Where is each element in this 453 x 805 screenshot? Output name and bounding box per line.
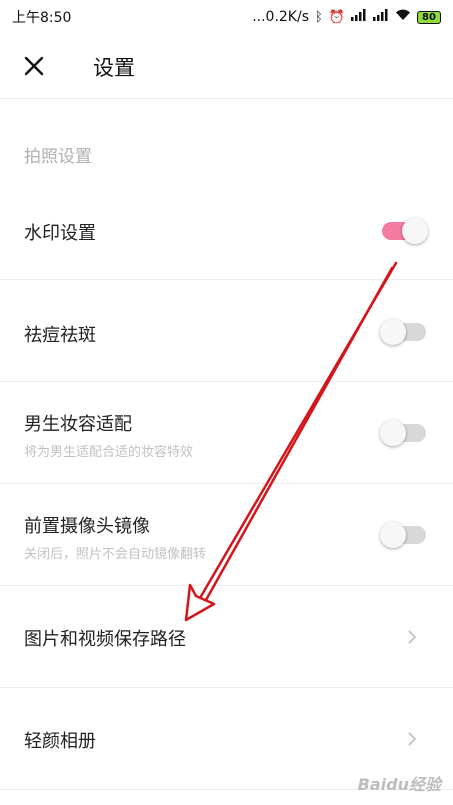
status-icons: ...0.2K/s ᛒ ⏰ 80	[252, 9, 441, 25]
signal-icon	[373, 9, 389, 25]
setting-description: 将为男生适配合适的妆容特效	[24, 445, 194, 460]
setting-label: 水印设置	[24, 223, 96, 244]
watermark-text: Baidu经验	[357, 775, 441, 794]
page-title: 设置	[93, 56, 135, 80]
setting-label: 前置摄像头镜像	[24, 516, 150, 537]
network-speed: ...0.2K/s	[252, 9, 309, 25]
watermark-toggle[interactable]	[382, 218, 428, 244]
setting-description: 关闭后，照片不会自动镜像翻转	[24, 547, 207, 562]
setting-label: 男生妆容适配	[24, 414, 132, 435]
front-camera-mirror-toggle[interactable]	[380, 522, 426, 548]
male-makeup-toggle[interactable]	[380, 420, 426, 446]
battery-icon: 80	[417, 10, 441, 24]
setting-label: 图片和视频保存路径	[24, 629, 186, 650]
wifi-icon	[395, 9, 411, 25]
toggle-knob	[380, 319, 406, 345]
acne-toggle[interactable]	[380, 319, 426, 345]
chevron-right-icon	[408, 630, 417, 644]
status-bar: 上午8:50 ...0.2K/s ᛒ ⏰ 80	[0, 0, 453, 34]
toggle-knob	[380, 522, 406, 548]
chevron-right-icon	[408, 732, 417, 746]
setting-row-save-path[interactable]: 图片和视频保存路径	[0, 587, 453, 688]
baidu-watermark: Baidu经验	[358, 771, 441, 795]
toggle-knob	[380, 420, 406, 446]
setting-label: 轻颜相册	[24, 731, 96, 752]
top-bar: 设置	[0, 34, 453, 99]
setting-row-front-camera-mirror[interactable]: 前置摄像头镜像 关闭后，照片不会自动镜像翻转	[0, 485, 453, 586]
alarm-icon: ⏰	[328, 9, 345, 25]
setting-row-acne[interactable]: 祛痘祛斑	[0, 281, 453, 382]
section-title: 拍照设置	[24, 147, 92, 167]
signal-icon	[351, 9, 367, 25]
toggle-knob	[402, 218, 428, 244]
close-icon	[24, 56, 44, 76]
setting-label: 祛痘祛斑	[24, 325, 96, 346]
status-time: 上午8:50	[12, 10, 72, 26]
setting-row-watermark[interactable]: 水印设置	[0, 180, 453, 280]
close-button[interactable]	[20, 52, 48, 80]
setting-row-male-makeup[interactable]: 男生妆容适配 将为男生适配合适的妆容特效	[0, 383, 453, 484]
bluetooth-icon: ᛒ	[315, 9, 323, 25]
